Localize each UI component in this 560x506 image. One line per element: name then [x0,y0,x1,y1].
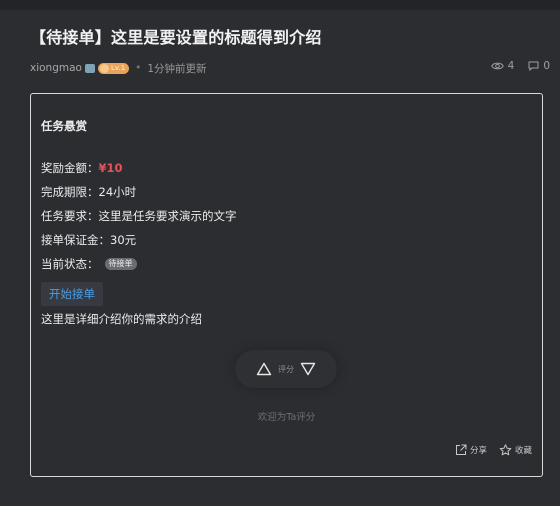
favorite-button[interactable]: 收藏 [499,444,532,456]
deadline-row: 完成期限： 24小时 [41,180,237,204]
status-label: 当前状态： [41,257,99,271]
upvote-icon[interactable] [256,362,272,376]
top-bar [0,0,560,10]
task-card: 任务悬赏 奖励金额： ¥10 完成期限： 24小时 任务要求： 这里是任务要求演… [30,93,543,477]
level-badge: Lv.1 [97,62,130,74]
views-count: 4 [507,60,515,72]
favorite-label: 收藏 [514,446,532,456]
post-stats: 4 0 [490,60,550,72]
requirement-value: 这里是任务要求演示的文字 [98,209,237,223]
post-header: 【待接单】这里是要设置的标题得到介绍 xiongmao Lv.1 • 1分钟前更… [30,24,550,76]
vip-icon [84,63,95,73]
eye-icon [490,62,504,70]
requirement-row: 任务要求： 这里是任务要求演示的文字 [41,204,237,228]
post-actions: 分享 收藏 [455,444,532,456]
author-name[interactable]: xiongmao [30,62,82,74]
section-title: 任务悬赏 [41,119,87,133]
reward-value: ¥10 [98,161,123,175]
comment-icon [528,61,539,71]
share-button[interactable]: 分享 [455,444,487,456]
deadline-label: 完成期限： [41,185,99,199]
rating-label: 评分 [278,364,294,374]
page: 【待接单】这里是要设置的标题得到介绍 xiongmao Lv.1 • 1分钟前更… [0,0,560,506]
post-meta: xiongmao Lv.1 • 1分钟前更新 4 0 [30,60,550,76]
share-icon [455,444,467,455]
downvote-icon[interactable] [300,362,316,376]
deposit-label: 接单保证金： [41,233,110,247]
post-title: 【待接单】这里是要设置的标题得到介绍 [30,28,322,47]
accept-task-button[interactable]: 开始接单 [41,282,103,306]
star-icon [499,444,512,456]
deadline-value: 24小时 [98,185,137,199]
comments-stat[interactable]: 0 [528,60,550,72]
updated-time: 1分钟前更新 [147,62,207,75]
status-badge: 待接单 [104,258,137,270]
requirement-label: 任务要求： [41,209,99,223]
task-description: 这里是详细介绍你的需求的介绍 [41,312,202,326]
share-label: 分享 [469,446,487,456]
status-row: 当前状态： 待接单 [41,252,237,276]
comments-count: 0 [543,60,550,72]
views-stat: 4 [490,60,515,72]
rating-welcome-text: 欢迎为Ta评分 [257,412,316,423]
deposit-row: 接单保证金： 30元 [41,228,237,252]
task-details: 任务悬赏 奖励金额： ¥10 完成期限： 24小时 任务要求： 这里是任务要求演… [41,118,237,327]
meta-separator: • [135,62,142,74]
rating-control: 评分 [235,350,337,388]
reward-label: 奖励金额： [41,161,99,175]
reward-row: 奖励金额： ¥10 [41,156,237,180]
deposit-value: 30元 [110,233,137,247]
